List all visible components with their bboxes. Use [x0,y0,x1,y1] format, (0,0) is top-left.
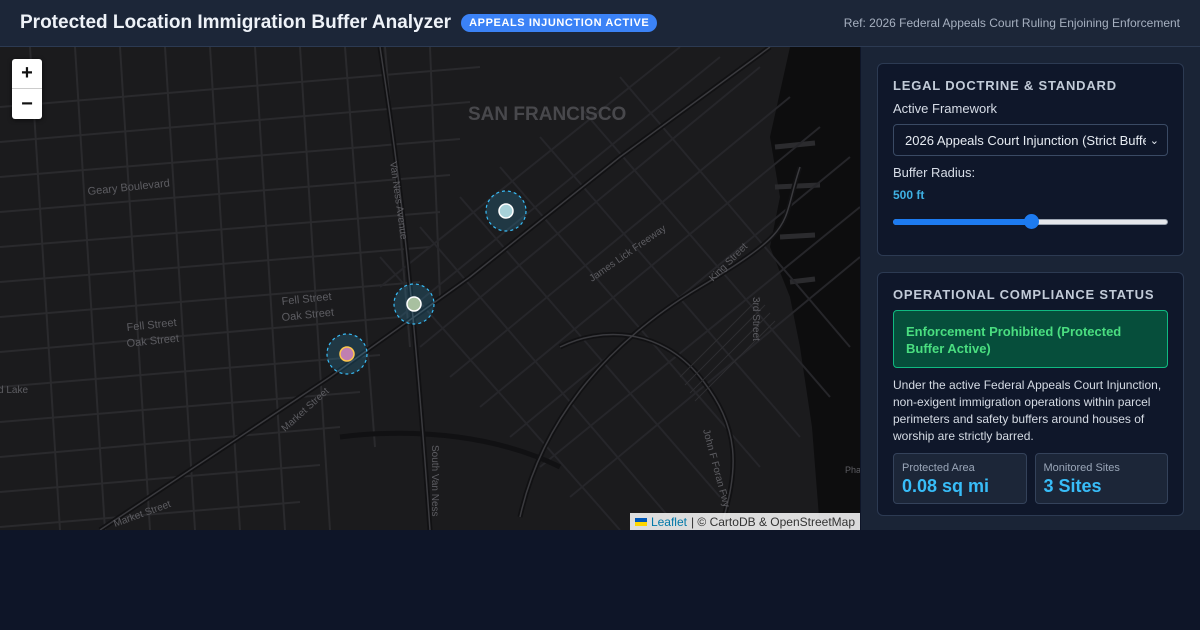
framework-select[interactable]: 2026 Appeals Court Injunction (Strict Bu… [893,124,1168,156]
radius-label: Buffer Radius: [893,165,976,180]
site-marker-3 [339,346,355,362]
framework-label: Active Framework [893,101,998,116]
legal-doctrine-panel: LEGAL DOCTRINE & STANDARD Active Framewo… [877,63,1184,256]
page-title: Protected Location Immigration Buffer An… [20,12,452,33]
slider-fill [893,219,1031,225]
stat-monitored-sites: Monitored Sites 3 Sites [1034,453,1168,504]
stat-label: Protected Area [902,462,975,474]
map-view[interactable]: SAN FRANCISCO Geary Boulevard Van Ness A… [0,47,860,530]
compliance-status-panel: OPERATIONAL COMPLIANCE STATUS Enforcemen… [877,272,1184,516]
map-attribution: Leaflet | © CartoDB & OpenStreetMap [629,513,860,530]
map-tiles: SAN FRANCISCO Geary Boulevard Van Ness A… [0,47,860,530]
reference-text: Ref: 2026 Federal Appeals Court Ruling E… [843,16,1180,30]
slider-thumb[interactable] [1023,214,1039,229]
buffer-radius-slider[interactable] [893,214,1168,230]
stat-value: 0.08 sq mi [902,476,990,496]
stat-value: 3 Sites [1043,476,1102,496]
zoom-in-button[interactable]: + [12,59,42,89]
chevron-down-icon: ⌄ [1149,134,1159,147]
framework-value: 2026 Appeals Court Injunction (Strict Bu… [905,132,1146,148]
street-label: d Lake [0,385,28,396]
ukraine-flag-icon [634,517,647,526]
zoom-control: + − [12,59,42,119]
stats-row: Protected Area 0.08 sq mi Monitored Site… [893,453,1168,504]
stat-label: Monitored Sites [1043,462,1120,474]
site-marker-2 [406,296,422,312]
status-badge: APPEALS INJUNCTION ACTIVE [461,14,658,32]
street-label: Pha [845,465,860,475]
city-label: SAN FRANCISCO [468,104,626,125]
enforcement-status: Enforcement Prohibited (Protected Buffer… [893,310,1168,368]
status-description: Under the active Federal Appeals Court I… [893,378,1162,443]
panel-heading: LEGAL DOCTRINE & STANDARD [893,78,1117,93]
sidebar: LEGAL DOCTRINE & STANDARD Active Framewo… [861,47,1200,530]
street-label: 3rd Street [750,297,761,341]
street-label: South Van Ness [429,445,440,517]
radius-value: 500 ft [893,188,925,202]
attribution-text: | © CartoDB & OpenStreetMap [690,514,855,529]
site-marker-1 [498,203,514,219]
leaflet-link[interactable]: Leaflet [651,515,687,529]
zoom-out-button[interactable]: − [12,89,42,119]
stat-protected-area: Protected Area 0.08 sq mi [893,453,1027,504]
panel-heading: OPERATIONAL COMPLIANCE STATUS [893,287,1155,302]
app-header: Protected Location Immigration Buffer An… [0,0,1200,47]
